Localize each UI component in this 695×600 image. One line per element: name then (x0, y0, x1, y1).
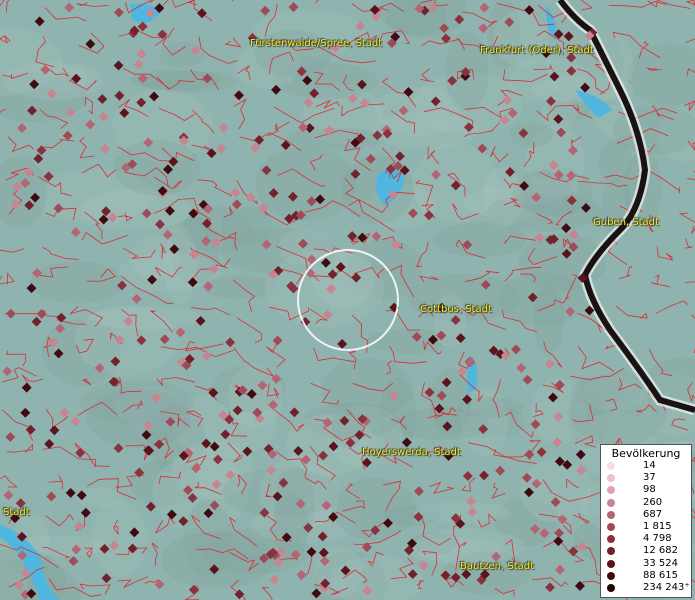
legend-item: 37 (601, 472, 691, 484)
legend-label: 687 (643, 508, 663, 520)
legend-item: 260 (601, 497, 691, 509)
legend-item: 1 815 (601, 521, 691, 533)
legend-item: 88 615 (601, 570, 691, 582)
label-bautzen[interactable]: Bautzen, Stadt (460, 561, 534, 572)
legend-item: 234 243⁺ (601, 582, 691, 594)
legend-label: 98 (643, 484, 656, 496)
legend-item: 687 (601, 509, 691, 521)
legend-label: 14 (643, 460, 656, 471)
label-frankfurt-oder[interactable]: Frankfurt (Oder), Stadt (480, 45, 594, 56)
legend-item: 14 (601, 460, 691, 472)
legend-title: Bevölkerung (611, 447, 681, 460)
legend-label: 4 798 (643, 533, 672, 545)
legend-label: 12 682 (643, 545, 678, 557)
label-stadt-left[interactable]: Stadt (3, 507, 30, 518)
legend-swatch (607, 474, 615, 483)
population-legend: Bevölkerung 14 37 98 260 687 1 815 4 798 12 682… (600, 444, 692, 598)
legend-swatch (607, 547, 615, 556)
legend-swatch (607, 583, 615, 592)
legend-swatch (607, 559, 615, 568)
population-map[interactable] (0, 0, 695, 600)
label-guben[interactable]: Guben, Stadt (593, 217, 659, 228)
legend-label: 33 524 (643, 557, 678, 569)
label-fuerstenwalde[interactable]: Fürstenwalde/Spree, Stadt (250, 38, 382, 49)
label-hoyerswerda[interactable]: Hoyerswerda, Stadt (362, 447, 461, 458)
legend-item: 98 (601, 484, 691, 496)
legend-swatch (607, 462, 615, 470)
legend-label: 1 815 (643, 520, 672, 532)
legend-label: 234 243⁺ (643, 581, 690, 593)
legend-label: 37 (643, 472, 656, 484)
legend-swatch (607, 535, 615, 544)
legend-swatch (607, 522, 615, 531)
legend-label: 260 (643, 496, 663, 508)
legend-label: 88 615 (643, 569, 678, 581)
legend-item: 33 524 (601, 558, 691, 570)
legend-swatch (607, 498, 615, 507)
legend-item: 12 682 (601, 545, 691, 557)
label-cottbus[interactable]: Cottbus, Stadt (420, 304, 492, 315)
legend-swatch (607, 571, 615, 580)
legend-item: 4 798 (601, 533, 691, 545)
legend-swatch (607, 510, 615, 519)
legend-swatch (607, 486, 615, 495)
